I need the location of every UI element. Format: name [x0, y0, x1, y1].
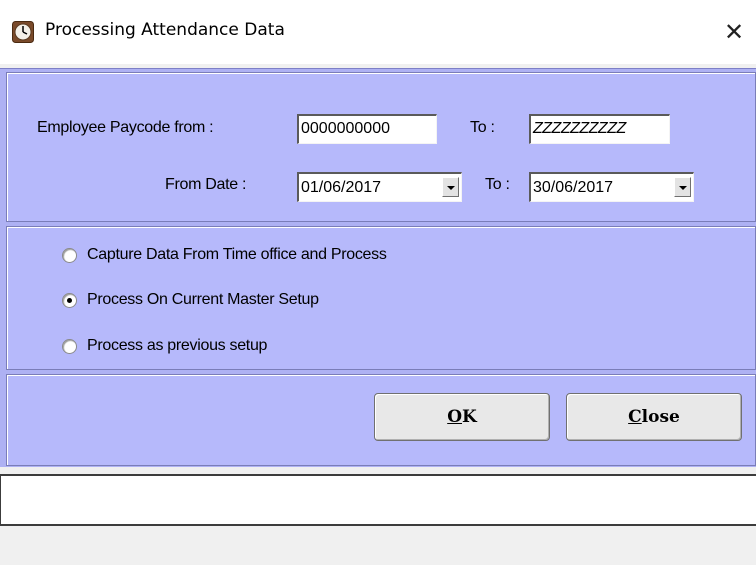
to-date-value: 30/06/2017 — [533, 179, 614, 196]
title-bar: Processing Attendance Data ✕ — [0, 0, 756, 64]
close-button[interactable]: Close — [566, 393, 742, 441]
paycode-to-input[interactable]: ZZZZZZZZZZ — [529, 114, 670, 144]
option-previous-setup[interactable]: Process as previous setup — [62, 337, 267, 355]
option-label: Process On Current Master Setup — [87, 291, 319, 308]
option-current-master-setup[interactable]: Process On Current Master Setup — [62, 291, 319, 309]
from-date-dropdown-icon[interactable] — [442, 177, 459, 197]
close-window-button[interactable]: ✕ — [712, 8, 756, 56]
close-label: lose — [641, 407, 680, 427]
radio-button[interactable] — [62, 338, 77, 354]
close-icon: ✕ — [723, 18, 745, 46]
from-date-label: From Date : — [165, 176, 247, 193]
from-date-combo[interactable]: 01/06/2017 — [297, 172, 462, 202]
status-field[interactable] — [0, 474, 756, 526]
paycode-from-label: Employee Paycode from : — [37, 119, 214, 136]
option-label: Process as previous setup — [87, 337, 268, 354]
paycode-from-input[interactable]: 0000000000 — [297, 114, 437, 144]
to-date-dropdown-icon[interactable] — [674, 177, 691, 197]
to-date-combo[interactable]: 30/06/2017 — [529, 172, 694, 202]
to-date-label: To : — [485, 176, 510, 193]
clock-icon — [12, 21, 34, 43]
ok-button[interactable]: OK — [374, 393, 550, 441]
ok-label: K — [462, 407, 477, 427]
option-capture-and-process[interactable]: Capture Data From Time office and Proces… — [62, 246, 387, 264]
option-label: Capture Data From Time office and Proces… — [87, 246, 387, 263]
radio-button[interactable] — [62, 292, 77, 308]
radio-button[interactable] — [62, 247, 77, 263]
window-title: Processing Attendance Data — [45, 20, 285, 40]
paycode-to-label: To : — [470, 119, 495, 136]
ok-accelerator: O — [447, 407, 463, 427]
from-date-value: 01/06/2017 — [301, 179, 382, 196]
close-accelerator: C — [628, 407, 642, 427]
